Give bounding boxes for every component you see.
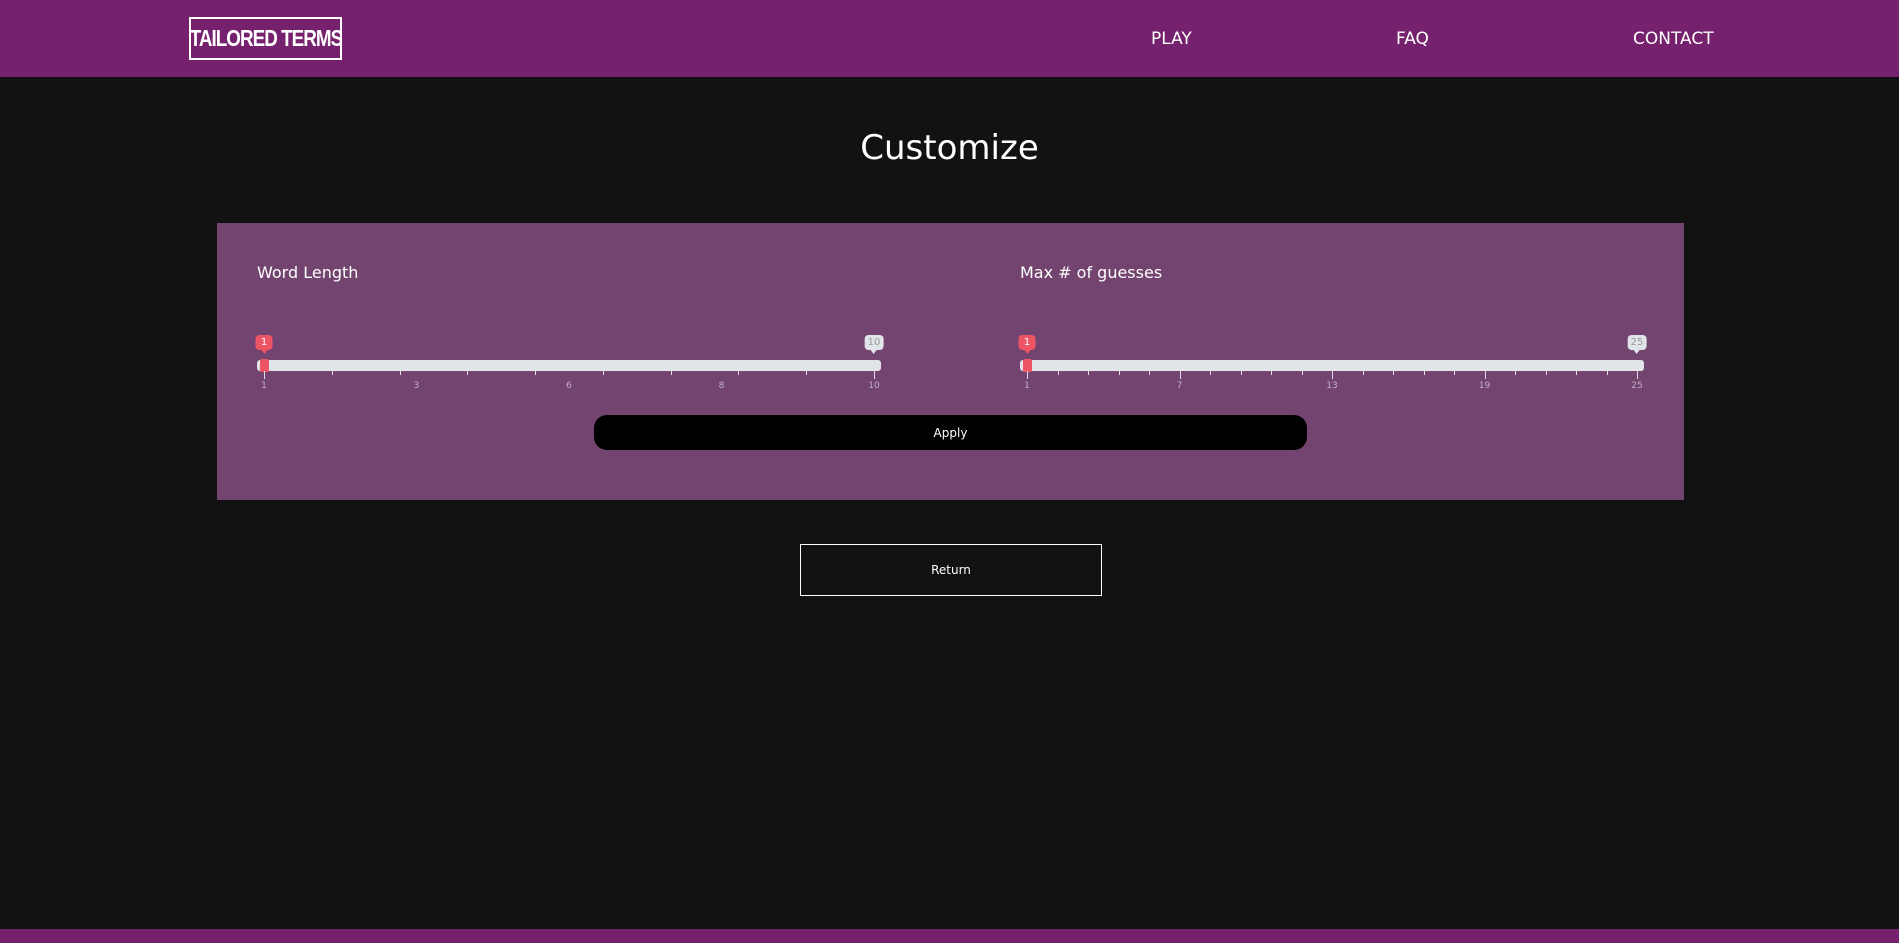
max-guesses-tick-label: 7 bbox=[1176, 381, 1183, 391]
page-title: Customize bbox=[860, 128, 1039, 168]
max-guesses-tick bbox=[1637, 371, 1638, 379]
word-length-slider: Word Length 1 10 1 3 6 8 10 bbox=[255, 263, 884, 391]
max-guesses-scale: 1 7 13 19 25 bbox=[1020, 371, 1644, 401]
word-length-tick bbox=[602, 371, 604, 375]
word-length-tick bbox=[264, 371, 265, 379]
word-length-tick bbox=[535, 371, 537, 375]
word-length-tick bbox=[670, 371, 672, 375]
footer-bar bbox=[0, 929, 1899, 943]
max-guesses-tick bbox=[1423, 371, 1425, 375]
max-guesses-tick bbox=[1545, 371, 1547, 375]
max-guesses-tick bbox=[1606, 371, 1608, 375]
apply-button[interactable]: Apply bbox=[594, 415, 1307, 450]
max-guesses-tick bbox=[1179, 371, 1181, 379]
max-guesses-tick bbox=[1484, 371, 1486, 379]
word-length-tick bbox=[806, 371, 808, 375]
logo-text: TAILORED TERMS bbox=[189, 25, 342, 51]
max-guesses-tick bbox=[1515, 371, 1516, 375]
max-guesses-tick-label: 19 bbox=[1478, 381, 1491, 391]
max-guesses-tick bbox=[1576, 371, 1577, 375]
word-length-tick-label: 1 bbox=[261, 381, 267, 391]
max-guesses-tick bbox=[1271, 371, 1272, 375]
word-length-track[interactable] bbox=[257, 360, 881, 371]
max-guesses-tick bbox=[1301, 371, 1303, 375]
max-guesses-from-value: 1 bbox=[1018, 335, 1036, 354]
word-length-tick bbox=[399, 371, 401, 375]
max-guesses-label: Max # of guesses bbox=[1020, 263, 1163, 282]
word-length-tick bbox=[467, 371, 469, 375]
max-guesses-to-value: 25 bbox=[1627, 335, 1647, 354]
word-length-tick bbox=[874, 371, 875, 379]
nav-link-contact[interactable]: CONTACT bbox=[1633, 29, 1714, 49]
max-guesses-tick bbox=[1240, 371, 1242, 375]
max-guesses-tick bbox=[1393, 371, 1394, 375]
nav-link-play[interactable]: PLAY bbox=[1151, 29, 1192, 49]
word-length-tick-label: 6 bbox=[566, 381, 572, 391]
word-length-to-value: 10 bbox=[864, 335, 884, 354]
word-length-tick bbox=[738, 371, 740, 375]
max-guesses-tick bbox=[1332, 371, 1333, 379]
logo[interactable]: TAILORED TERMS bbox=[189, 17, 342, 60]
word-length-tick-label: 10 bbox=[868, 381, 880, 391]
max-guesses-tick bbox=[1027, 371, 1028, 379]
max-guesses-tick-label: 1 bbox=[1024, 381, 1030, 391]
word-length-tick-label: 3 bbox=[413, 381, 420, 391]
word-length-tick bbox=[331, 371, 333, 375]
max-guesses-tick bbox=[1149, 371, 1150, 375]
max-guesses-tick bbox=[1210, 371, 1211, 375]
max-guesses-track[interactable] bbox=[1020, 360, 1644, 371]
max-guesses-tick bbox=[1088, 371, 1089, 375]
word-length-label: Word Length bbox=[257, 263, 359, 282]
max-guesses-tick bbox=[1057, 371, 1059, 375]
max-guesses-tick bbox=[1454, 371, 1455, 375]
word-length-tick-label: 8 bbox=[718, 381, 725, 391]
settings-panel: Word Length 1 10 1 3 6 8 10 Max # of guesses… bbox=[217, 223, 1684, 500]
max-guesses-tick-label: 13 bbox=[1326, 381, 1338, 391]
max-guesses-tick bbox=[1118, 371, 1120, 375]
word-length-scale: 1 3 6 8 10 bbox=[257, 371, 881, 401]
max-guesses-tick bbox=[1362, 371, 1364, 375]
nav-link-faq[interactable]: FAQ bbox=[1396, 29, 1429, 49]
navbar: TAILORED TERMS PLAY FAQ CONTACT bbox=[0, 0, 1899, 77]
max-guesses-slider: Max # of guesses 1 25 1 7 13 19 25 bbox=[1018, 263, 1647, 391]
word-length-from-value: 1 bbox=[255, 335, 273, 354]
return-button[interactable]: Return bbox=[800, 544, 1102, 596]
max-guesses-tick-label: 25 bbox=[1631, 381, 1643, 391]
